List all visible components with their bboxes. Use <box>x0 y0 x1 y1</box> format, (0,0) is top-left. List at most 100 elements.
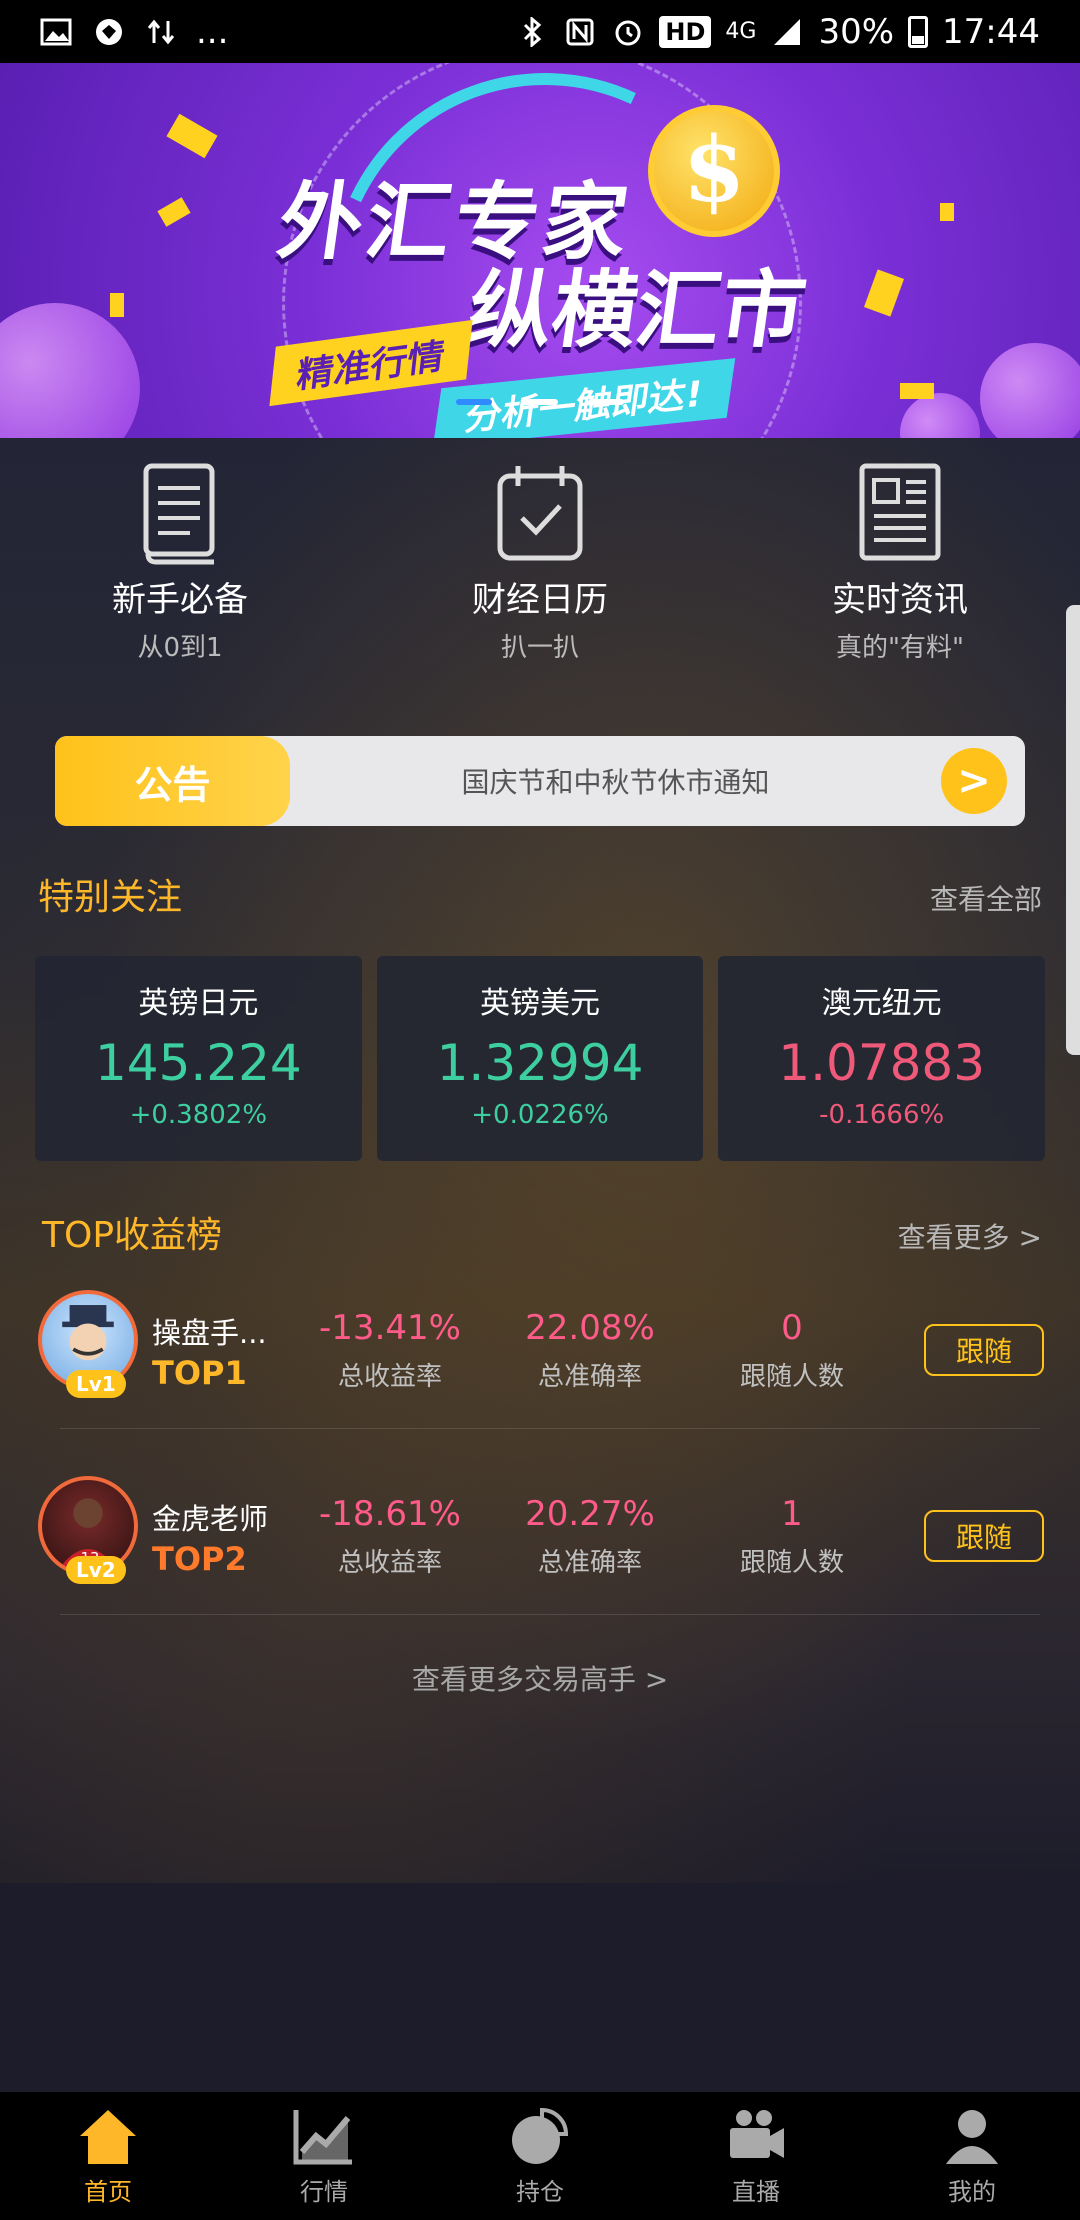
follow-button[interactable]: 跟随 <box>924 1324 1044 1376</box>
tab-market[interactable]: 行情 <box>216 2092 432 2220</box>
total-return-label: 总收益率 <box>337 1548 442 1578</box>
followers-stat: 0 跟随人数 <box>702 1308 882 1393</box>
announcement-bar[interactable]: 公告 国庆节和中秋节休市通知 > <box>55 736 1025 826</box>
more-traders-link[interactable]: 查看更多交易高手 > <box>0 1658 1080 1698</box>
carousel-dots[interactable] <box>0 399 1080 405</box>
alarm-icon <box>615 20 641 45</box>
carousel-dot[interactable] <box>588 399 624 405</box>
edge-panel-handle[interactable] <box>1066 605 1080 1055</box>
bluetooth-icon <box>524 16 542 47</box>
pair-change: -0.1666% <box>819 1100 945 1130</box>
quick-link-subtitle: 真的"有料" <box>836 633 964 663</box>
top-header: TOP收益榜 查看更多 > <box>42 1206 1042 1258</box>
quote-card[interactable]: 英镑日元 145.224 +0.3802% <box>35 956 362 1161</box>
hd-badge: HD <box>659 15 712 48</box>
tab-home[interactable]: 首页 <box>0 2092 216 2220</box>
quick-link-subtitle: 扒一扒 <box>500 633 579 663</box>
confetti-decoration <box>166 113 218 159</box>
total-return-value: -13.41% <box>319 1308 461 1348</box>
confetti-decoration <box>864 269 904 317</box>
confetti-decoration <box>900 383 934 399</box>
carousel-dot[interactable] <box>456 399 492 405</box>
total-return-stat: -13.41% 总收益率 <box>300 1308 480 1393</box>
tab-profile[interactable]: 我的 <box>864 2092 1080 2220</box>
carousel-dot[interactable] <box>522 399 558 405</box>
accuracy-value: 20.27% <box>525 1494 655 1534</box>
nfc-icon <box>566 18 594 45</box>
transfer-icon <box>147 19 175 44</box>
battery-icon <box>908 15 929 48</box>
level-badge: Lv1 <box>66 1370 126 1398</box>
user-icon <box>946 2109 998 2164</box>
confetti-decoration <box>940 203 954 221</box>
pair-name: 澳元纽元 <box>821 986 942 1021</box>
pair-name: 英镑日元 <box>138 986 259 1021</box>
status-bar: ... HD 4G 30% 17:44 <box>0 0 1080 63</box>
tab-live[interactable]: 直播 <box>648 2092 864 2220</box>
banner-subtitle: 纵横汇市 <box>462 261 812 359</box>
accuracy-label: 总准确率 <box>537 1548 642 1578</box>
quick-link-title: 财经日历 <box>472 580 608 620</box>
follow-button[interactable]: 跟随 <box>924 1510 1044 1562</box>
confetti-decoration <box>110 293 124 317</box>
pie-icon <box>512 2107 569 2164</box>
total-return-value: -18.61% <box>319 1494 461 1534</box>
trader-name: 操盘手... <box>152 1316 267 1350</box>
quick-link-news[interactable]: 实时资讯 真的"有料" <box>720 458 1080 668</box>
tab-label: 持仓 <box>516 2177 564 2206</box>
network-type: 4G <box>725 19 757 44</box>
announcement-tag: 公告 <box>55 736 290 826</box>
quote-cards: 英镑日元 145.224 +0.3802% 英镑美元 1.32994 +0.02… <box>35 956 1046 1161</box>
level-badge: Lv2 <box>66 1556 126 1584</box>
chevron-right-icon[interactable]: > <box>941 748 1007 814</box>
accuracy-stat: 20.27% 总准确率 <box>500 1494 680 1579</box>
quick-links: 新手必备 从0到1 财经日历 扒一扒 实时资讯 真的"有料" <box>0 458 1080 668</box>
accuracy-value: 22.08% <box>525 1308 655 1348</box>
total-return-stat: -18.61% 总收益率 <box>300 1494 480 1579</box>
quote-card[interactable]: 澳元纽元 1.07883 -0.1666% <box>718 956 1046 1161</box>
pair-change: +0.3802% <box>129 1100 268 1130</box>
pair-price: 145.224 <box>94 1034 302 1092</box>
special-header: 特别关注 查看全部 <box>38 868 1042 920</box>
tab-label: 我的 <box>948 2177 996 2206</box>
section-title: TOP收益榜 <box>42 1215 223 1256</box>
followers-label: 跟随人数 <box>739 1362 844 1392</box>
followers-value: 1 <box>781 1494 803 1534</box>
trader-rank: TOP1 <box>152 1354 247 1392</box>
followers-label: 跟随人数 <box>739 1548 844 1578</box>
announcement-text[interactable]: 国庆节和中秋节休市通知 <box>290 761 941 801</box>
bubble-decoration <box>0 303 140 438</box>
view-more-link[interactable]: 查看更多 > <box>898 1216 1042 1256</box>
clock: 17:44 <box>942 11 1040 52</box>
signal-icon <box>774 18 801 45</box>
tab-positions[interactable]: 持仓 <box>432 2092 648 2220</box>
accuracy-label: 总准确率 <box>537 1362 642 1392</box>
confetti-decoration <box>157 197 191 227</box>
quote-card[interactable]: 英镑美元 1.32994 +0.0226% <box>376 956 704 1161</box>
book-icon <box>143 463 215 565</box>
accuracy-stat: 22.08% 总准确率 <box>500 1308 680 1393</box>
view-all-link[interactable]: 查看全部 <box>930 878 1042 918</box>
pair-name: 英镑美元 <box>480 986 600 1021</box>
quick-link-title: 新手必备 <box>112 580 248 620</box>
quick-link-beginner[interactable]: 新手必备 从0到1 <box>0 458 360 668</box>
trader-name: 金虎老师 <box>152 1502 269 1536</box>
video-icon <box>730 2109 784 2158</box>
section-title: 特别关注 <box>38 877 183 918</box>
trader-row[interactable]: Lv1 操盘手... TOP1 -13.41% 总收益率 22.08% 总准确率… <box>0 1258 1080 1418</box>
battery-percent: 30% <box>818 11 895 52</box>
calendar-icon <box>497 466 583 561</box>
pair-price: 1.07883 <box>778 1034 986 1092</box>
home-content: 新手必备 从0到1 财经日历 扒一扒 实时资讯 真的"有料" 公告 国庆节和中秋… <box>0 438 1080 1883</box>
followers-value: 0 <box>781 1308 803 1348</box>
promo-banner[interactable]: $ 外汇专家 纵横汇市 精准行情 分析一触即达! <box>0 63 1080 438</box>
pair-change: +0.0226% <box>471 1100 609 1130</box>
tab-label: 直播 <box>732 2177 780 2206</box>
trader-row[interactable]: 13 Lv2 金虎老师 TOP2 -18.61% 总收益率 20.27% 总准确… <box>0 1444 1080 1604</box>
quick-link-subtitle: 从0到1 <box>137 633 223 663</box>
newspaper-icon <box>859 463 941 561</box>
home-icon <box>80 2109 136 2164</box>
quick-link-calendar[interactable]: 财经日历 扒一扒 <box>360 458 720 668</box>
image-notification-icon <box>40 18 72 45</box>
quick-link-title: 实时资讯 <box>832 580 968 620</box>
